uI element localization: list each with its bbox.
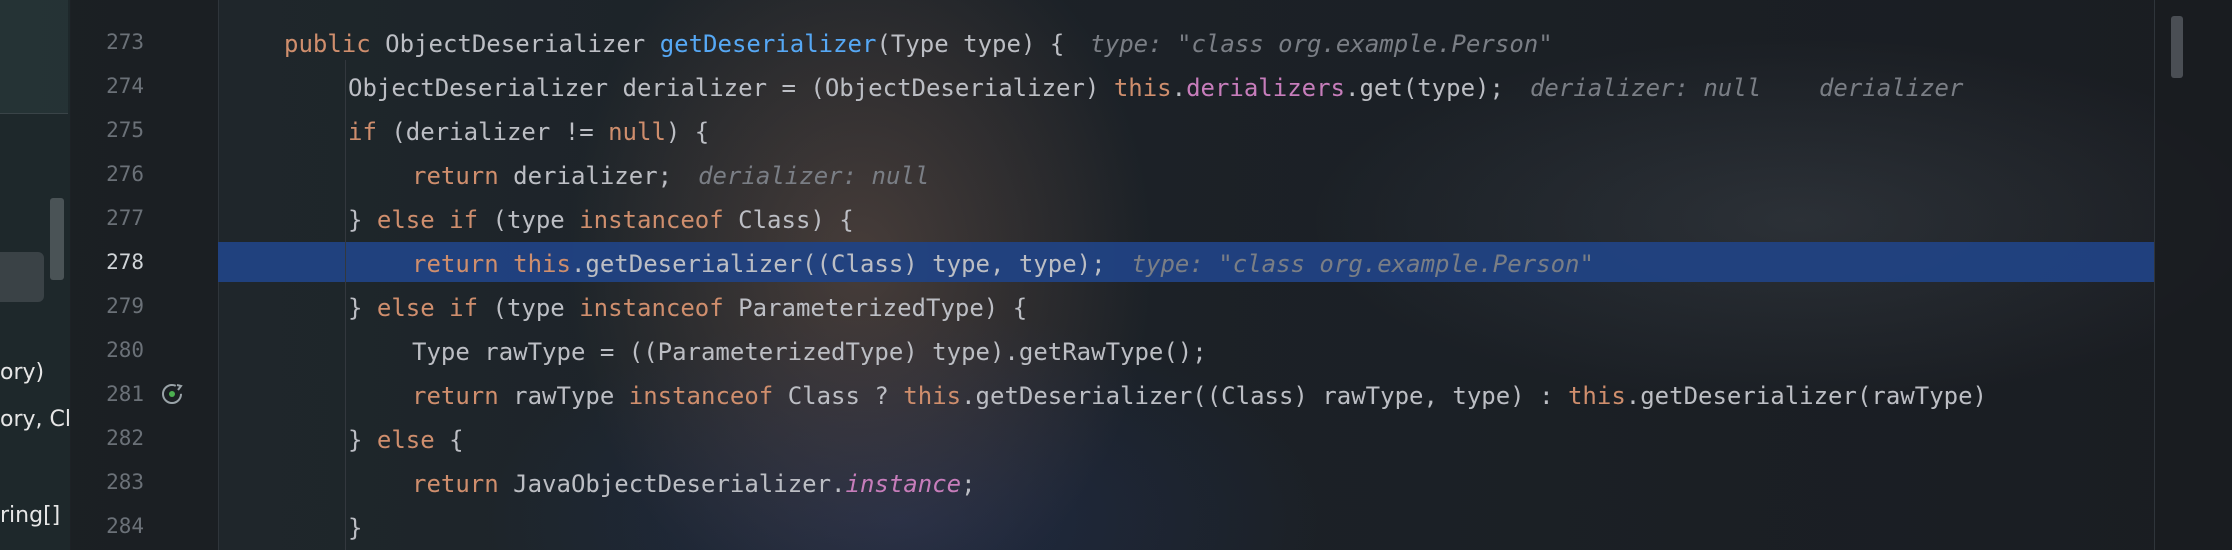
reload-icon[interactable] xyxy=(160,382,184,406)
code-line[interactable]: Type rawType = ((ParameterizedType) type… xyxy=(412,330,1207,374)
code-line[interactable]: ObjectDeserializer derializer = (ObjectD… xyxy=(348,66,1963,110)
panel-item[interactable]: ory, Cl xyxy=(0,407,70,432)
panel-scrollbar-thumb[interactable] xyxy=(50,198,64,280)
inline-debug-value: derializer: null xyxy=(698,162,930,190)
code-token: null xyxy=(608,118,666,146)
code-token: Class) { xyxy=(738,206,854,234)
line-number[interactable]: 278 xyxy=(70,250,144,274)
code-token: else if xyxy=(376,294,493,322)
code-token: .getDeserializer(rawType) xyxy=(1625,382,1987,410)
code-token: this xyxy=(1567,382,1626,410)
panel-header-area xyxy=(0,0,68,114)
code-token: ObjectDeserializer xyxy=(385,30,660,58)
line-number[interactable]: 284 xyxy=(70,514,144,538)
line-number[interactable]: 276 xyxy=(70,162,144,186)
code-line[interactable]: return JavaObjectDeserializer.instance; xyxy=(412,462,976,506)
code-token: instanceof xyxy=(579,206,739,234)
code-token: return xyxy=(412,250,514,278)
code-token: .getDeserializer((Class) type, type); xyxy=(570,250,1106,278)
code-token: .get(type); xyxy=(1345,74,1504,102)
line-number[interactable]: 275 xyxy=(70,118,144,142)
inline-debug-value: derializer: null derializer xyxy=(1529,74,1964,102)
code-token: ; xyxy=(961,470,976,498)
code-token: (type xyxy=(492,206,580,234)
code-token: { xyxy=(449,426,464,454)
code-token: Type rawType = ((ParameterizedType) type… xyxy=(412,338,1207,366)
code-line[interactable]: } else { xyxy=(348,418,464,462)
code-editor[interactable]: public ObjectDeserializer getDeserialize… xyxy=(218,0,2154,550)
code-token: (derializer != xyxy=(391,118,609,146)
code-token: this xyxy=(1113,74,1172,102)
code-token: this xyxy=(513,250,571,278)
code-token: } xyxy=(348,294,377,322)
code-token: getDeserializer xyxy=(659,30,877,58)
code-token: (Type type) { xyxy=(876,30,1065,58)
code-line[interactable]: if (derializer != null) { xyxy=(348,110,709,154)
code-token: else if xyxy=(376,206,493,234)
code-token: (type xyxy=(492,294,580,322)
inline-debug-value: type: "class org.example.Person" xyxy=(1090,30,1553,58)
code-token: return xyxy=(412,162,514,190)
code-token: return xyxy=(412,470,514,498)
code-token: return xyxy=(412,382,514,410)
code-token: ) { xyxy=(665,118,710,146)
code-token: Class ? xyxy=(787,382,904,410)
code-token: } xyxy=(348,426,377,454)
code-token: } xyxy=(348,206,377,234)
code-line[interactable]: } else if (type instanceof Class) { xyxy=(348,198,854,242)
code-line[interactable]: return this.getDeserializer((Class) type… xyxy=(412,242,1594,286)
line-number[interactable]: 280 xyxy=(70,338,144,362)
code-token: } xyxy=(348,514,363,542)
code-token: . xyxy=(1171,74,1187,102)
code-token: derializer; xyxy=(513,162,673,190)
code-line[interactable]: public ObjectDeserializer getDeserialize… xyxy=(284,22,1553,66)
code-line[interactable]: return rawType instanceof Class ? this.g… xyxy=(412,374,1987,418)
code-token: public xyxy=(284,30,386,58)
line-number[interactable]: 274 xyxy=(70,74,144,98)
code-token: instance xyxy=(845,470,962,498)
line-number[interactable]: 281 xyxy=(70,382,144,406)
code-token: ObjectDeserializer derializer = (ObjectD… xyxy=(348,74,1114,102)
code-token: rawType xyxy=(513,382,629,410)
line-number[interactable]: 277 xyxy=(70,206,144,230)
scrollbar-thumb[interactable] xyxy=(2171,16,2183,78)
code-token: instanceof xyxy=(579,294,739,322)
panel-item[interactable]: ory) xyxy=(0,360,70,385)
panel-item[interactable]: ring[] xyxy=(0,503,70,528)
panel-selection-box[interactable] xyxy=(0,252,44,302)
code-token: else xyxy=(376,426,450,454)
code-token: this xyxy=(903,382,962,410)
code-token: JavaObjectDeserializer. xyxy=(513,470,846,498)
code-line[interactable]: return derializer; derializer: null xyxy=(412,154,929,198)
line-number[interactable]: 283 xyxy=(70,470,144,494)
editor-right-scrollbar[interactable] xyxy=(2154,0,2232,550)
line-number[interactable]: 279 xyxy=(70,294,144,318)
code-token: .getDeserializer((Class) rawType, type) … xyxy=(961,382,1568,410)
line-number[interactable]: 273 xyxy=(70,30,144,54)
code-line[interactable]: } else if (type instanceof Parameterized… xyxy=(348,286,1027,330)
code-token: ParameterizedType) { xyxy=(738,294,1028,322)
code-token: instanceof xyxy=(628,382,788,410)
line-number[interactable]: 282 xyxy=(70,426,144,450)
code-token: derializers xyxy=(1186,74,1346,102)
inline-debug-value: type: "class org.example.Person" xyxy=(1131,250,1594,278)
code-line[interactable]: } xyxy=(348,506,362,550)
left-tool-panel: ory) ory, Cl ring[] xyxy=(0,0,71,550)
code-token: if xyxy=(348,118,392,146)
